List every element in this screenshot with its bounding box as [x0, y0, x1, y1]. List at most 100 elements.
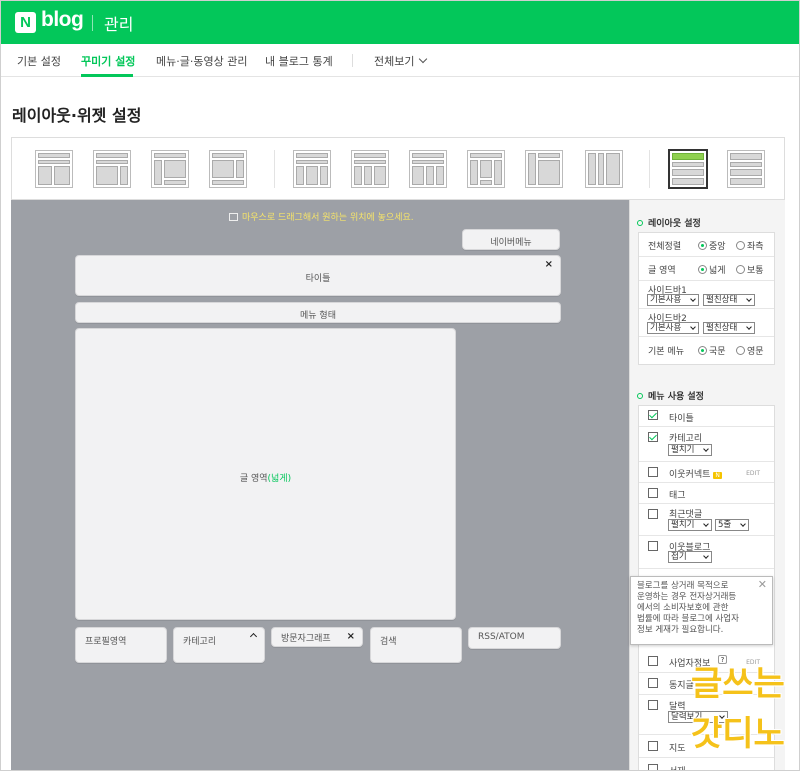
tab-menu-post-video[interactable]: 메뉴·글·동영상 관리 — [156, 53, 247, 69]
watermark-line-1: 글쓰는 — [691, 664, 785, 704]
blog-logo-text[interactable]: blog — [41, 8, 84, 32]
layout-option[interactable] — [409, 150, 447, 188]
sidebar2-use-select[interactable]: 기본사용 — [647, 322, 699, 334]
align-center-option[interactable]: 중앙 — [698, 239, 726, 252]
layout-option[interactable] — [209, 150, 247, 188]
category-widget[interactable]: 카테고리 — [173, 627, 265, 663]
layout-option[interactable] — [467, 150, 505, 188]
rss-widget[interactable]: RSS/ATOM — [468, 627, 561, 649]
layout-option[interactable] — [293, 150, 331, 188]
tooltip-line: 운영하는 경우 전자상거래등 — [637, 592, 737, 602]
menu-lang-korean-option[interactable]: 국문 — [698, 344, 726, 357]
recent-comments-lines-select[interactable]: 5줄 — [715, 519, 749, 531]
checkbox-unchecked[interactable] — [648, 741, 658, 751]
chevron-down-icon — [419, 54, 428, 64]
sidebar1-state-select[interactable]: 펼친상태 — [703, 294, 755, 306]
radio-unchecked[interactable] — [736, 265, 745, 274]
chevron-up-icon[interactable] — [249, 632, 258, 641]
active-tab-indicator — [81, 74, 133, 77]
bullet-icon — [637, 393, 643, 399]
edit-link[interactable]: EDIT — [746, 470, 760, 477]
menu-settings-title: 메뉴 사용 설정 — [648, 392, 704, 402]
menu-lang-english-option[interactable]: 영문 — [736, 344, 764, 357]
menu-row-category: 카테고리 펼치기 — [639, 427, 774, 462]
tab-blog-stats[interactable]: 내 블로그 통계 — [265, 53, 333, 69]
visitor-graph-widget[interactable]: 방문자그래프 × — [271, 627, 363, 647]
profile-widget[interactable]: 프로필영역 — [75, 627, 167, 663]
checkbox-unchecked[interactable] — [648, 700, 658, 710]
checkbox-checked[interactable] — [648, 410, 658, 420]
naver-logo-icon[interactable]: N — [15, 12, 36, 33]
layout-group-divider — [274, 150, 275, 188]
layout-option[interactable] — [585, 150, 623, 188]
layout-option[interactable] — [93, 150, 131, 188]
area-wide-option[interactable]: 넓게 — [698, 263, 726, 276]
drag-hint-text: 마우스로 드래그해서 원하는 위치에 놓으세요. — [242, 213, 414, 223]
layout-option[interactable] — [151, 150, 189, 188]
align-row: 전체정렬 중앙 좌측 — [639, 233, 774, 257]
bullet-icon — [637, 220, 643, 226]
layout-option[interactable] — [525, 150, 563, 188]
category-mode-select[interactable]: 펼치기 — [668, 444, 712, 456]
visitor-graph-label: 방문자그래프 — [281, 634, 331, 644]
radio-unchecked[interactable] — [736, 241, 745, 250]
checkbox-unchecked[interactable] — [648, 764, 658, 770]
tab-basic-settings[interactable]: 기본 설정 — [17, 53, 61, 69]
align-left-option[interactable]: 좌측 — [736, 239, 764, 252]
tab-design-settings[interactable]: 꾸미기 설정 — [81, 53, 135, 69]
recent-comments-mode-select[interactable]: 펼치기 — [668, 519, 712, 531]
sidebar2-state-select[interactable]: 펼친상태 — [703, 322, 755, 334]
menu-item-label: 이웃커넥트 — [669, 470, 711, 480]
checkbox-checked[interactable] — [648, 432, 658, 442]
layout-option[interactable] — [351, 150, 389, 188]
sidebar1-use-select[interactable]: 기본사용 — [647, 294, 699, 306]
content-area[interactable]: 글 영역(넓게) — [75, 328, 456, 620]
neighbor-menu-widget[interactable]: 네이버메뉴 — [462, 229, 560, 250]
layout-option-selected[interactable] — [668, 149, 708, 189]
neighbor-menu-label: 네이버메뉴 — [490, 238, 532, 248]
view-all-menu[interactable]: 전체보기 — [374, 53, 428, 69]
checkbox-unchecked[interactable] — [648, 467, 658, 477]
layout-group-divider — [649, 150, 650, 188]
menu-widget[interactable]: 메뉴 형태 — [75, 302, 561, 323]
menu-item-label: 카테고리 — [669, 434, 703, 444]
neighbor-blog-mode-select[interactable]: 접기 — [668, 551, 712, 563]
title-widget[interactable]: 타이틀 × — [75, 255, 561, 296]
radio-unchecked[interactable] — [736, 346, 745, 355]
nav-divider — [352, 54, 353, 67]
checkbox-unchecked[interactable] — [648, 678, 658, 688]
menu-item-label: 지도 — [669, 744, 686, 754]
search-widget[interactable]: 검색 — [370, 627, 462, 663]
close-icon[interactable]: × — [347, 631, 355, 642]
close-icon[interactable]: × — [545, 259, 553, 270]
sidebar1-row: 사이드바1 기본사용 펼친상태 — [639, 281, 774, 309]
checkbox-unchecked[interactable] — [648, 656, 658, 666]
search-widget-label: 검색 — [380, 637, 397, 647]
menu-row-neighbor-blog: 이웃블로그 접기 — [639, 536, 774, 569]
radio-checked[interactable] — [698, 346, 707, 355]
menu-item-label: 타이틀 — [669, 414, 694, 424]
close-icon[interactable]: ✕ — [758, 579, 767, 590]
checkbox-unchecked[interactable] — [648, 541, 658, 551]
align-label: 전체정렬 — [648, 242, 682, 252]
profile-widget-label: 프로필영역 — [85, 637, 127, 647]
top-header: N blog 관리 — [1, 1, 799, 44]
layout-settings-title: 레이아웃 설정 — [648, 219, 701, 229]
align-center-label: 중앙 — [709, 242, 726, 252]
tooltip-line: 정보 게재가 필요합니다. — [637, 625, 724, 635]
layout-option[interactable] — [727, 150, 765, 188]
checkbox-unchecked[interactable] — [648, 509, 658, 519]
radio-checked[interactable] — [698, 265, 707, 274]
cursor-icon — [229, 213, 238, 221]
area-normal-option[interactable]: 보통 — [736, 263, 764, 276]
checkbox-unchecked[interactable] — [648, 488, 658, 498]
menu-widget-label: 메뉴 형태 — [300, 311, 336, 321]
sidebar2-row: 사이드바2 기본사용 펼친상태 — [639, 309, 774, 337]
menu-row-neighbor-connect: 이웃커넥트 N EDIT — [639, 462, 774, 483]
menu-settings-heading: 메뉴 사용 설정 — [637, 389, 704, 402]
radio-checked[interactable] — [698, 241, 707, 250]
layout-option[interactable] — [35, 150, 73, 188]
area-label: 글 영역 — [648, 266, 676, 276]
menu-row-recent-comments: 최근댓글 펼치기 5줄 — [639, 504, 774, 536]
content-area-label: 글 영역(넓게) — [76, 471, 455, 484]
